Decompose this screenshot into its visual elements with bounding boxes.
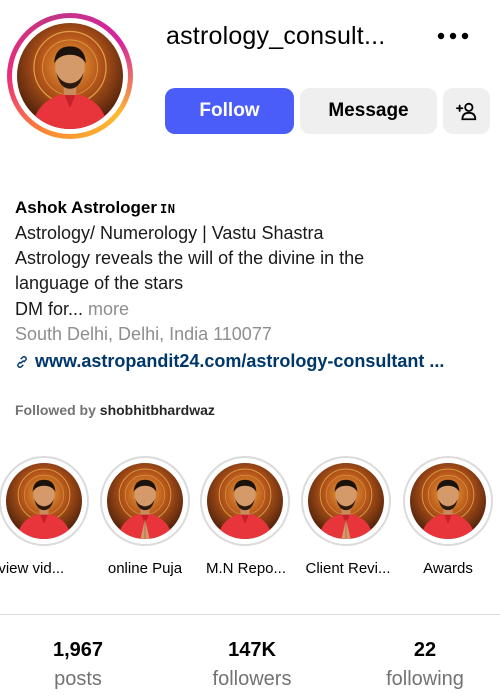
highlight-thumbnail bbox=[308, 463, 384, 539]
story-highlight[interactable] bbox=[301, 456, 391, 546]
more-horizontal-icon[interactable] bbox=[436, 22, 470, 46]
bio-more-link[interactable]: more bbox=[88, 299, 129, 319]
bio-truncated: DM for... more bbox=[15, 299, 129, 320]
story-highlight[interactable] bbox=[200, 456, 290, 546]
follow-button[interactable]: Follow bbox=[165, 88, 294, 134]
story-highlight[interactable] bbox=[0, 456, 89, 546]
highlight-label: online Puja bbox=[107, 560, 183, 577]
username: astrology_consult... bbox=[166, 22, 386, 50]
story-highlight[interactable] bbox=[403, 456, 493, 546]
posts-count: 1,967 bbox=[52, 639, 104, 661]
bio-website-text: www.astropandit24.com/astrology-consulta… bbox=[35, 351, 445, 371]
bio-truncated-text: DM for... bbox=[15, 299, 84, 319]
story-highlight[interactable] bbox=[100, 456, 190, 546]
profile-avatar[interactable] bbox=[7, 13, 133, 139]
highlight-thumbnail bbox=[6, 463, 82, 539]
following-label[interactable]: following bbox=[350, 668, 500, 691]
followers-label[interactable]: followers bbox=[177, 668, 327, 691]
posts-label: posts bbox=[54, 668, 102, 690]
stats-divider bbox=[0, 614, 500, 615]
avatar-photo bbox=[17, 23, 123, 129]
highlight-label: M.N Repo... bbox=[205, 560, 287, 577]
person-add-icon bbox=[455, 102, 476, 121]
followers-count[interactable]: 147K bbox=[177, 639, 327, 662]
bio-badge: IN bbox=[160, 202, 176, 216]
bio-line: Astrology/ Numerology | Vastu Shastra bbox=[15, 223, 324, 243]
followed-by[interactable]: Followed by shobhitbhardwaz bbox=[15, 402, 215, 418]
bio-website-link[interactable]: www.astropandit24.com/astrology-consulta… bbox=[15, 351, 444, 372]
following-count[interactable]: 22 bbox=[350, 639, 500, 662]
bio-name-text: Ashok Astrologer bbox=[15, 198, 158, 217]
bio-location: South Delhi, Delhi, India 110077 bbox=[15, 324, 272, 344]
followed-by-prefix: Followed by bbox=[15, 402, 96, 418]
link-icon bbox=[17, 355, 27, 368]
add-user-button[interactable] bbox=[443, 88, 490, 134]
highlight-thumbnail bbox=[410, 463, 486, 539]
bio-name: Ashok Astrologer IN bbox=[15, 198, 175, 218]
bio-line: Astrology reveals the will of the divine… bbox=[15, 248, 365, 268]
bio-line: language of the stars bbox=[15, 273, 184, 293]
highlight-thumbnail bbox=[207, 463, 283, 539]
highlight-thumbnail bbox=[107, 463, 183, 539]
highlight-label: Client Revi... bbox=[305, 560, 391, 577]
message-button[interactable]: Message bbox=[300, 88, 437, 134]
followed-by-user[interactable]: shobhitbhardwaz bbox=[100, 402, 215, 418]
highlight-label: Awards bbox=[423, 560, 473, 577]
highlight-label: eview vid... bbox=[0, 560, 65, 577]
